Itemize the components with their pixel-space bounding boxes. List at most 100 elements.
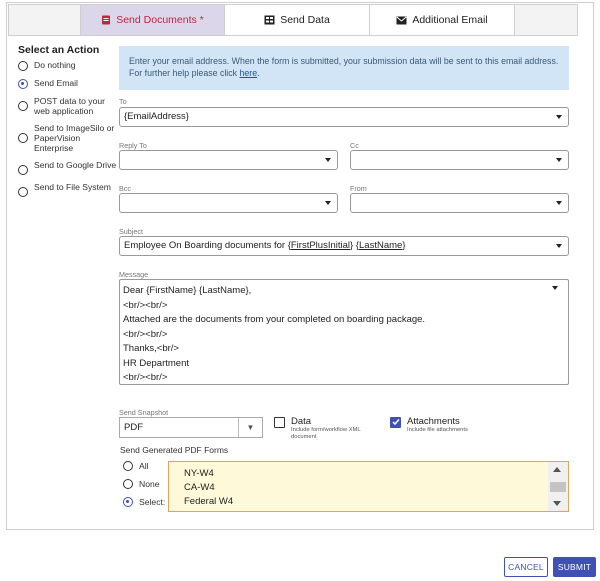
subject-token-last: LastName	[359, 240, 403, 251]
submit-button[interactable]: SUBMIT	[553, 557, 596, 577]
chevron-down-icon	[325, 158, 331, 162]
tab-spacer	[9, 5, 81, 35]
message-line: <br/><br/>	[123, 299, 168, 311]
tab-send-documents[interactable]: Send Documents *	[81, 5, 225, 35]
data-checkbox-group[interactable]: Data Include form/workflow XML document	[274, 416, 361, 441]
radio-imagesilo[interactable]	[18, 133, 28, 143]
message-line: HR Department	[123, 357, 189, 369]
sidebar-title: Select an Action	[18, 44, 100, 56]
attachments-checkbox-label: Attachments	[407, 416, 460, 427]
pdf-option-label: None	[139, 478, 160, 489]
action-option-label: Send Email	[34, 78, 78, 88]
bcc-select[interactable]	[119, 193, 338, 213]
message-line: <br/><br/>	[123, 328, 168, 340]
action-option-label: POST data to your web application	[34, 96, 106, 116]
subject-label: Subject	[119, 227, 143, 236]
subject-text-end: }	[402, 240, 406, 251]
subject-text-mid: } {	[350, 240, 359, 251]
radio-google-drive[interactable]	[18, 165, 28, 175]
radio-pdf-select[interactable]	[123, 497, 133, 507]
data-checkbox-sub: Include form/workflow XML document	[291, 427, 361, 440]
attachments-checkbox-group[interactable]: Attachments Include file attachments	[390, 416, 468, 434]
action-option-file-system[interactable]: Send to File System	[18, 182, 120, 197]
action-option-google-drive[interactable]: Send to Google Drive	[18, 160, 120, 175]
pdf-option-none[interactable]: None	[123, 478, 160, 489]
message-label: Message	[119, 270, 149, 279]
list-item[interactable]: NY-W4	[184, 468, 214, 479]
cc-label: Cc	[350, 141, 359, 150]
pdf-option-label: Select:	[139, 496, 166, 507]
scroll-up-icon[interactable]	[553, 467, 561, 472]
subject-token-first: FirstPlusInitial	[290, 240, 350, 251]
attachments-checkbox-sub: Include file attachments	[407, 427, 468, 433]
subject-input[interactable]: Employee On Boarding documents for {Firs…	[119, 236, 569, 256]
action-option-send-email[interactable]: Send Email	[18, 78, 120, 89]
checkmark-icon	[391, 419, 400, 426]
envelope-icon	[396, 16, 407, 24]
message-textarea[interactable]: Dear {FirstName} {LastName}, <br/><br/> …	[119, 279, 569, 385]
to-value: {EmailAddress}	[124, 111, 189, 122]
data-table-icon	[264, 15, 275, 25]
action-option-label: Send to File System	[34, 182, 111, 192]
reply-to-label: Reply To	[119, 141, 147, 150]
tab-additional-email-label: Additional Email	[412, 14, 488, 26]
message-line: Dear {FirstName} {LastName},	[123, 285, 252, 296]
action-option-imagesilo[interactable]: Send to ImageSilo or PaperVision Enterpr…	[18, 123, 120, 153]
message-line: Thanks,<br/>	[123, 343, 179, 354]
radio-post-data[interactable]	[18, 101, 28, 111]
bcc-label: Bcc	[119, 184, 131, 193]
snapshot-select[interactable]: PDF ▼	[119, 417, 263, 438]
reply-to-select[interactable]	[119, 150, 338, 170]
chevron-down-icon	[556, 201, 562, 205]
pdf-option-all[interactable]: All	[123, 460, 149, 471]
tab-send-data[interactable]: Send Data	[225, 5, 370, 35]
tab-send-documents-label: Send Documents *	[116, 14, 204, 26]
chevron-down-icon	[556, 158, 562, 162]
pdf-file-icon	[102, 15, 111, 25]
to-select[interactable]: {EmailAddress}	[119, 107, 569, 127]
list-item[interactable]: CA-W4	[184, 482, 215, 493]
radio-file-system[interactable]	[18, 187, 28, 197]
message-line: <br/><br/>	[123, 372, 168, 383]
message-line: Attached are the documents from your com…	[123, 314, 426, 325]
cancel-button[interactable]: CANCEL	[504, 557, 548, 577]
pdf-option-label: All	[139, 460, 149, 471]
attachments-checkbox[interactable]	[390, 417, 401, 428]
data-checkbox-label: Data	[291, 416, 312, 427]
to-label: To	[119, 97, 127, 106]
pdf-forms-title: Send Generated PDF Forms	[120, 445, 229, 455]
snapshot-label: Send Snapshot	[119, 408, 169, 417]
action-option-label: Do nothing	[34, 60, 76, 70]
tab-bar: Send Documents * Send Data Additional Em…	[8, 4, 578, 36]
action-sidebar: Select an Action Do nothing Send Email P…	[18, 44, 120, 204]
data-checkbox[interactable]	[274, 417, 285, 428]
radio-send-email[interactable]	[18, 79, 28, 89]
chevron-down-icon[interactable]	[552, 286, 558, 290]
listbox-scrollbar[interactable]	[548, 462, 568, 511]
list-item[interactable]: Federal W4	[184, 496, 233, 507]
info-banner: Enter your email address. When the form …	[119, 46, 569, 90]
tab-send-data-label: Send Data	[280, 14, 330, 26]
pdf-forms-listbox[interactable]: NY-W4 CA-W4 Federal W4	[168, 461, 569, 512]
info-text: Enter your email address. When the form …	[129, 56, 559, 78]
scroll-thumb[interactable]	[550, 482, 566, 492]
cc-select[interactable]	[350, 150, 569, 170]
help-link[interactable]: here	[240, 68, 258, 78]
dropdown-arrow-icon[interactable]: ▼	[238, 418, 262, 437]
tab-additional-email[interactable]: Additional Email	[370, 5, 515, 35]
info-end: .	[257, 68, 260, 78]
action-option-label: Send to ImageSilo or PaperVision Enterpr…	[34, 123, 115, 153]
chevron-down-icon	[556, 115, 562, 119]
radio-do-nothing[interactable]	[18, 61, 28, 71]
action-option-do-nothing[interactable]: Do nothing	[18, 60, 120, 71]
chevron-down-icon	[556, 244, 562, 248]
scroll-down-icon[interactable]	[553, 501, 561, 506]
radio-pdf-none[interactable]	[123, 479, 133, 489]
action-option-label: Send to Google Drive	[34, 160, 117, 170]
radio-pdf-all[interactable]	[123, 461, 133, 471]
action-option-post-data[interactable]: POST data to your web application	[18, 96, 120, 116]
snapshot-value: PDF	[124, 422, 143, 433]
subject-text: Employee On Boarding documents for {	[124, 240, 291, 251]
from-select[interactable]	[350, 193, 569, 213]
pdf-option-select[interactable]: Select:	[123, 496, 165, 507]
